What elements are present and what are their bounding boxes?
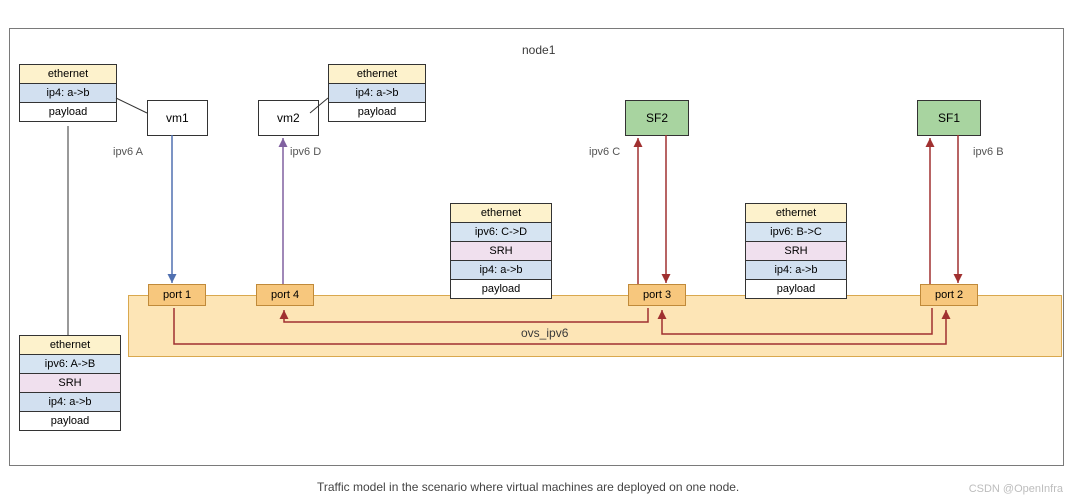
watermark-text: CSDN @OpenInfra	[969, 483, 1063, 495]
label-ipv6-a: ipv6 A	[113, 146, 143, 158]
sf1-box: SF1	[917, 100, 981, 136]
packet-stack-ethernet-ip4-mid: ethernet ip4: a->b payload	[328, 64, 426, 122]
port-4: port 4	[256, 284, 314, 306]
layer-ethernet: ethernet	[20, 336, 120, 355]
layer-ipv6: ipv6: C->D	[451, 223, 551, 242]
label-ipv6-b: ipv6 B	[973, 146, 1004, 158]
layer-ip4: ip4: a->b	[746, 261, 846, 280]
layer-ip4: ip4: a->b	[329, 84, 425, 103]
layer-payload: payload	[20, 412, 120, 430]
layer-ethernet: ethernet	[20, 65, 116, 84]
layer-ipv6: ipv6: A->B	[20, 355, 120, 374]
layer-srh: SRH	[451, 242, 551, 261]
packet-stack-ipv6-cd: ethernet ipv6: C->D SRH ip4: a->b payloa…	[450, 203, 552, 299]
layer-ip4: ip4: a->b	[20, 84, 116, 103]
vm2-box: vm2	[258, 100, 319, 136]
layer-ip4: ip4: a->b	[451, 261, 551, 280]
vm1-box: vm1	[147, 100, 208, 136]
port-3: port 3	[628, 284, 686, 306]
caption-text: Traffic model in the scenario where virt…	[317, 480, 739, 494]
label-ipv6-d: ipv6 D	[290, 146, 321, 158]
packet-stack-ethernet-ip4-left: ethernet ip4: a->b payload	[19, 64, 117, 122]
layer-srh: SRH	[746, 242, 846, 261]
layer-ethernet: ethernet	[451, 204, 551, 223]
packet-stack-ipv6-bc: ethernet ipv6: B->C SRH ip4: a->b payloa…	[745, 203, 847, 299]
sf2-box: SF2	[625, 100, 689, 136]
layer-ethernet: ethernet	[329, 65, 425, 84]
port-1: port 1	[148, 284, 206, 306]
layer-payload: payload	[20, 103, 116, 121]
layer-ethernet: ethernet	[746, 204, 846, 223]
port-2: port 2	[920, 284, 978, 306]
layer-payload: payload	[451, 280, 551, 298]
diagram-canvas: node1 ethernet ip4: a->b payload vm1 ipv…	[0, 0, 1071, 501]
layer-srh: SRH	[20, 374, 120, 393]
label-ipv6-c: ipv6 C	[589, 146, 620, 158]
layer-ip4: ip4: a->b	[20, 393, 120, 412]
layer-payload: payload	[329, 103, 425, 121]
layer-ipv6: ipv6: B->C	[746, 223, 846, 242]
packet-stack-ipv6-ab: ethernet ipv6: A->B SRH ip4: a->b payloa…	[19, 335, 121, 431]
layer-payload: payload	[746, 280, 846, 298]
node1-title: node1	[522, 43, 555, 57]
ovs-label: ovs_ipv6	[521, 326, 568, 340]
